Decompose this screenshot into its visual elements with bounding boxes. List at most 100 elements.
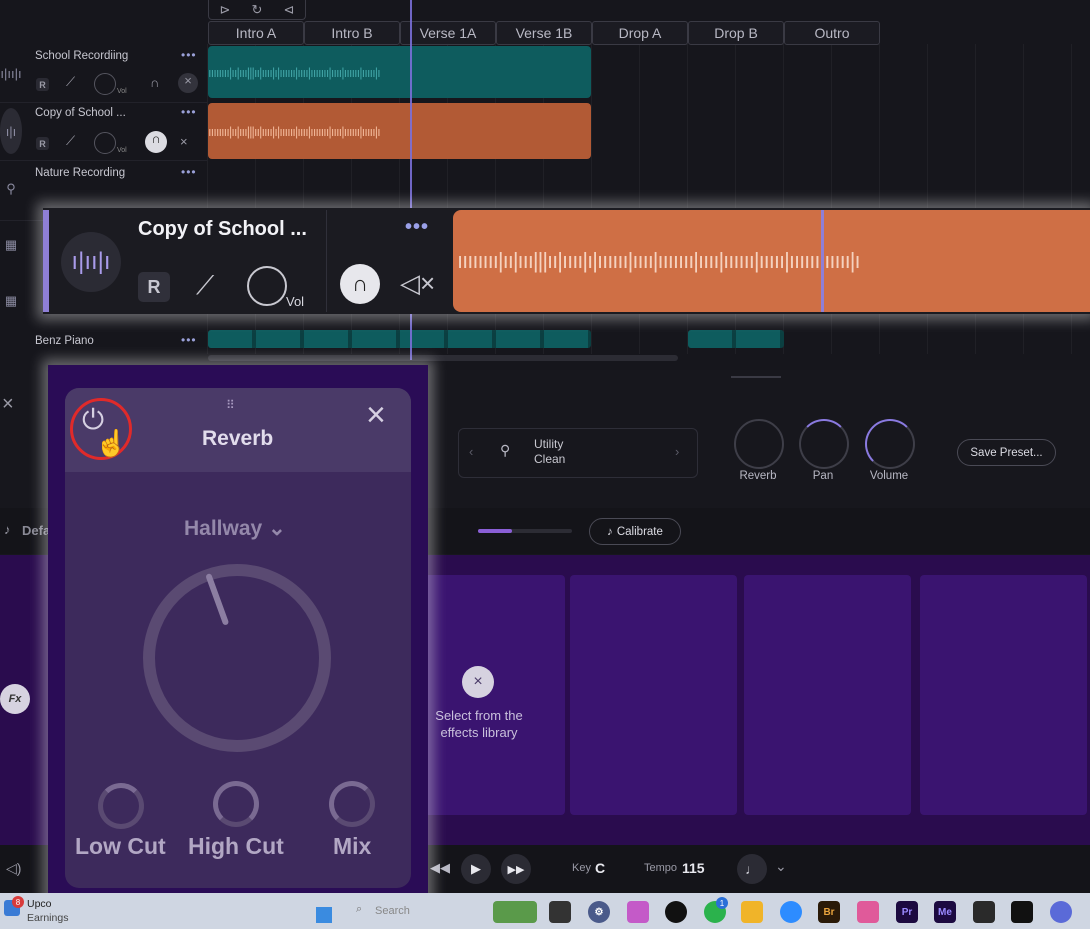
section-intro-a[interactable]: Intro A <box>208 21 304 45</box>
section-verse-1a[interactable]: Verse 1A <box>400 21 496 45</box>
midi-clip[interactable] <box>688 330 784 348</box>
loop-icon[interactable]: ↻ <box>252 2 263 18</box>
mute-icon[interactable]: × <box>180 134 188 149</box>
audio-clip[interactable]: ıııııııı|ıı|ııı|||ıı|ıııı|ı|ıııııı|ıııı|… <box>453 210 1090 312</box>
clip-waveform: ıııııııı|ıı|ııı|||ıı|ıııı|ı|ıııııı|ıııı|… <box>208 64 381 80</box>
task-view-icon[interactable] <box>549 901 571 923</box>
fast-forward-icon[interactable]: ▶▶ <box>501 854 531 884</box>
news-subline[interactable]: Earnings <box>27 912 68 924</box>
tempo-value[interactable]: 115 <box>682 860 705 876</box>
jump-end-icon[interactable]: ⊲ <box>284 2 295 18</box>
automation-icon[interactable]: ⟋ <box>196 270 214 302</box>
track-menu-button[interactable]: ••• <box>181 105 197 119</box>
settings-icon[interactable]: ⚙ <box>588 901 610 923</box>
audio-clip[interactable]: ıııııııı|ıı|ııı|||ıı|ıııı|ı|ıııııı|ıııı|… <box>208 46 591 98</box>
midi-clip[interactable] <box>208 330 591 348</box>
waveform-icon: ı|ıı|ı <box>0 65 22 81</box>
chevron-down-icon[interactable]: ⌄ <box>775 858 787 875</box>
horizontal-scrollbar[interactable] <box>208 355 678 361</box>
resize-handle[interactable] <box>731 376 781 378</box>
record-arm-button[interactable]: R <box>36 78 49 91</box>
bridge-icon[interactable]: Br <box>818 901 840 923</box>
high-cut-knob[interactable] <box>213 781 259 827</box>
volume-knob[interactable] <box>94 73 116 95</box>
track-name: Nature Recording <box>35 167 126 179</box>
track-menu-button[interactable]: ••• <box>181 165 197 179</box>
playhead <box>821 210 824 312</box>
media-encoder-icon[interactable]: Me <box>934 901 956 923</box>
pan-knob[interactable] <box>799 419 849 469</box>
android-icon[interactable] <box>973 901 995 923</box>
reverb-preset-dropdown[interactable]: Hallway ⌄ <box>184 516 286 541</box>
copilot-icon[interactable] <box>627 901 649 923</box>
play-button[interactable]: ▶ <box>461 854 491 884</box>
track-menu-button[interactable]: ••• <box>181 333 197 347</box>
section-verse-1b[interactable]: Verse 1B <box>496 21 592 45</box>
mute-icon[interactable]: × <box>178 73 198 93</box>
reverb-amount-knob[interactable] <box>143 564 331 752</box>
close-icon[interactable]: × <box>366 398 386 432</box>
input-device-label[interactable]: Defa <box>22 523 50 538</box>
speaker-icon[interactable]: ◁) <box>6 860 21 877</box>
preset-name: Utility <box>534 437 564 451</box>
section-drop-a[interactable]: Drop A <box>592 21 688 45</box>
drag-handle-icon[interactable]: ⠿ <box>226 398 236 412</box>
preset-selector[interactable] <box>458 428 698 478</box>
calibrate-button[interactable]: ♪ Calibrate <box>589 518 681 545</box>
automation-icon[interactable]: ⟋ <box>66 133 75 149</box>
low-cut-knob[interactable] <box>98 783 144 829</box>
chevron-right-icon[interactable]: › <box>675 444 679 459</box>
headphones-icon[interactable]: ∩ <box>150 75 159 90</box>
microphone-icon: ♪ <box>4 522 11 537</box>
link-icon: ⚲ <box>6 181 16 196</box>
section-outro[interactable]: Outro <box>784 21 880 45</box>
close-icon[interactable]: × <box>462 666 494 698</box>
effect-slot[interactable] <box>570 575 737 815</box>
divider <box>326 210 327 312</box>
section-intro-b[interactable]: Intro B <box>304 21 400 45</box>
chevron-down-icon: ⌄ <box>268 517 286 540</box>
mute-icon[interactable]: ◁× <box>400 268 435 299</box>
jump-start-icon[interactable]: ⊳ <box>220 2 231 18</box>
mix-knob[interactable] <box>329 781 375 827</box>
track-name: Benz Piano <box>35 335 94 347</box>
news-headline[interactable]: Upco <box>27 898 52 910</box>
windows-start-icon[interactable] <box>316 907 332 923</box>
app-icon[interactable] <box>1050 901 1072 923</box>
capcut-icon[interactable] <box>1011 901 1033 923</box>
close-icon[interactable]: × <box>2 393 14 416</box>
widget-image-icon[interactable] <box>493 901 537 923</box>
effect-slot[interactable] <box>744 575 911 815</box>
volume-knob[interactable] <box>94 132 116 154</box>
effect-slot[interactable] <box>920 575 1087 815</box>
effect-title: Reverb <box>202 427 274 450</box>
rewind-icon[interactable]: ◀◀ <box>430 860 450 876</box>
volume-knob[interactable] <box>247 266 287 306</box>
automation-icon[interactable]: ⟋ <box>66 74 75 90</box>
reverb-knob[interactable] <box>734 419 784 469</box>
volume-knob[interactable] <box>865 419 915 469</box>
record-arm-button[interactable]: R <box>36 137 49 150</box>
track-menu-button[interactable]: ••• <box>405 216 429 239</box>
file-explorer-icon[interactable] <box>741 901 763 923</box>
key-value[interactable]: C <box>595 860 605 876</box>
taskbar-search[interactable]: Search <box>375 905 410 917</box>
record-arm-button[interactable]: R <box>138 272 170 302</box>
fx-button[interactable]: Fx <box>0 684 30 714</box>
knob-label: High Cut <box>188 833 284 859</box>
track-menu-button[interactable]: ••• <box>181 48 197 62</box>
metronome-icon[interactable]: ♩ <box>737 854 767 884</box>
search-icon[interactable]: ⌕ <box>356 903 362 916</box>
headphones-icon[interactable]: ∩ <box>340 264 380 304</box>
chevron-left-icon[interactable]: ‹ <box>469 444 473 459</box>
premiere-icon[interactable]: Pr <box>896 901 918 923</box>
loop-toolbar: ⊳ ↻ ⊲ <box>208 0 306 20</box>
zoom-icon[interactable] <box>780 901 802 923</box>
save-preset-button[interactable]: Save Preset... <box>957 439 1056 466</box>
section-drop-b[interactable]: Drop B <box>688 21 784 45</box>
creative-cloud-icon[interactable] <box>857 901 879 923</box>
audio-clip[interactable]: ıııııııı|ıı|ııı|||ıı|ıııı|ı|ıııııı|ıııı|… <box>208 103 591 159</box>
headphones-icon[interactable]: ∩ <box>145 131 167 153</box>
cursor-app-icon[interactable] <box>665 901 687 923</box>
piano-icon: ▦ <box>4 237 18 252</box>
